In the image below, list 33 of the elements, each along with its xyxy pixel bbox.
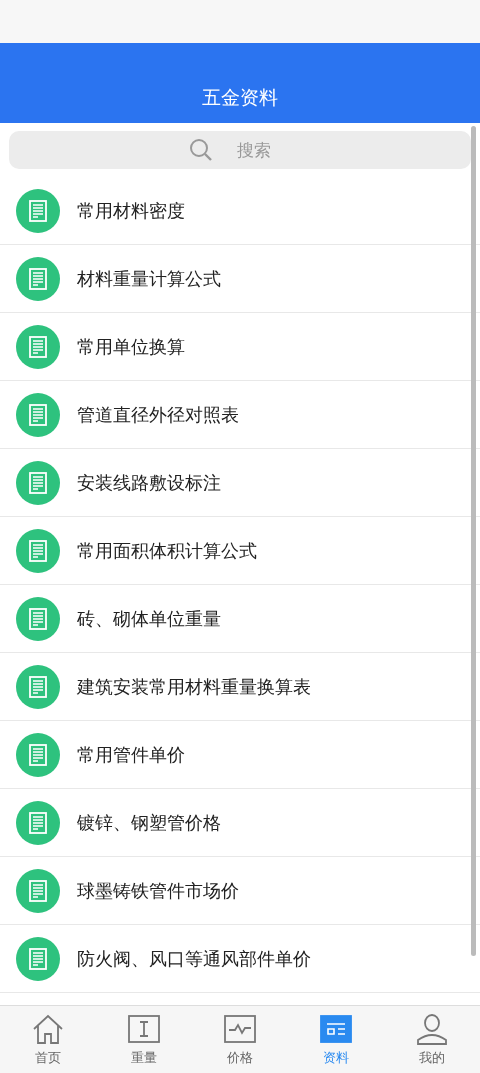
document-icon	[16, 392, 60, 437]
item-title: 防火阀、风口等通风部件单价	[77, 947, 311, 971]
item-title: 常用管件单价	[77, 743, 185, 767]
tab[interactable]: 重量	[96, 1006, 192, 1073]
document-icon	[16, 732, 60, 777]
document-icon	[16, 460, 60, 505]
document-icon	[16, 936, 60, 981]
item-title: 镀锌、钢塑管价格	[77, 811, 221, 835]
document-icon	[16, 256, 60, 301]
item-title: 安装线路敷设标注	[77, 471, 221, 495]
tab[interactable]: 首页	[0, 1006, 96, 1073]
item-title: 砖、砌体单位重量	[77, 607, 221, 631]
document-icon	[16, 800, 60, 845]
document-icon	[16, 528, 60, 573]
tab[interactable]: 价格	[192, 1006, 288, 1073]
item-title: 材料重量计算公式	[77, 267, 221, 291]
item-title: 球墨铸铁管件市场价	[77, 879, 239, 903]
item-title: 常用单位换算	[77, 335, 185, 359]
tab[interactable]: 我的	[384, 1006, 480, 1073]
document-icon	[16, 868, 60, 913]
page-title: 五金资料	[202, 84, 278, 110]
document-icon	[16, 324, 60, 369]
search-field[interactable]: 搜索	[9, 131, 471, 169]
item-title: 管道直径外径对照表	[77, 403, 239, 427]
document-icon	[16, 188, 60, 233]
document-icon	[16, 596, 60, 641]
list-item[interactable]: 防火阀、风口等通风部件单价	[0, 925, 480, 993]
item-title: 常用面积体积计算公式	[77, 539, 257, 563]
item-title: 建筑安装常用材料重量换算表	[77, 675, 311, 699]
item-title: 常用材料密度	[77, 199, 185, 223]
document-icon	[16, 664, 60, 709]
search-icon	[189, 138, 213, 162]
person-icon	[415, 1011, 449, 1046]
